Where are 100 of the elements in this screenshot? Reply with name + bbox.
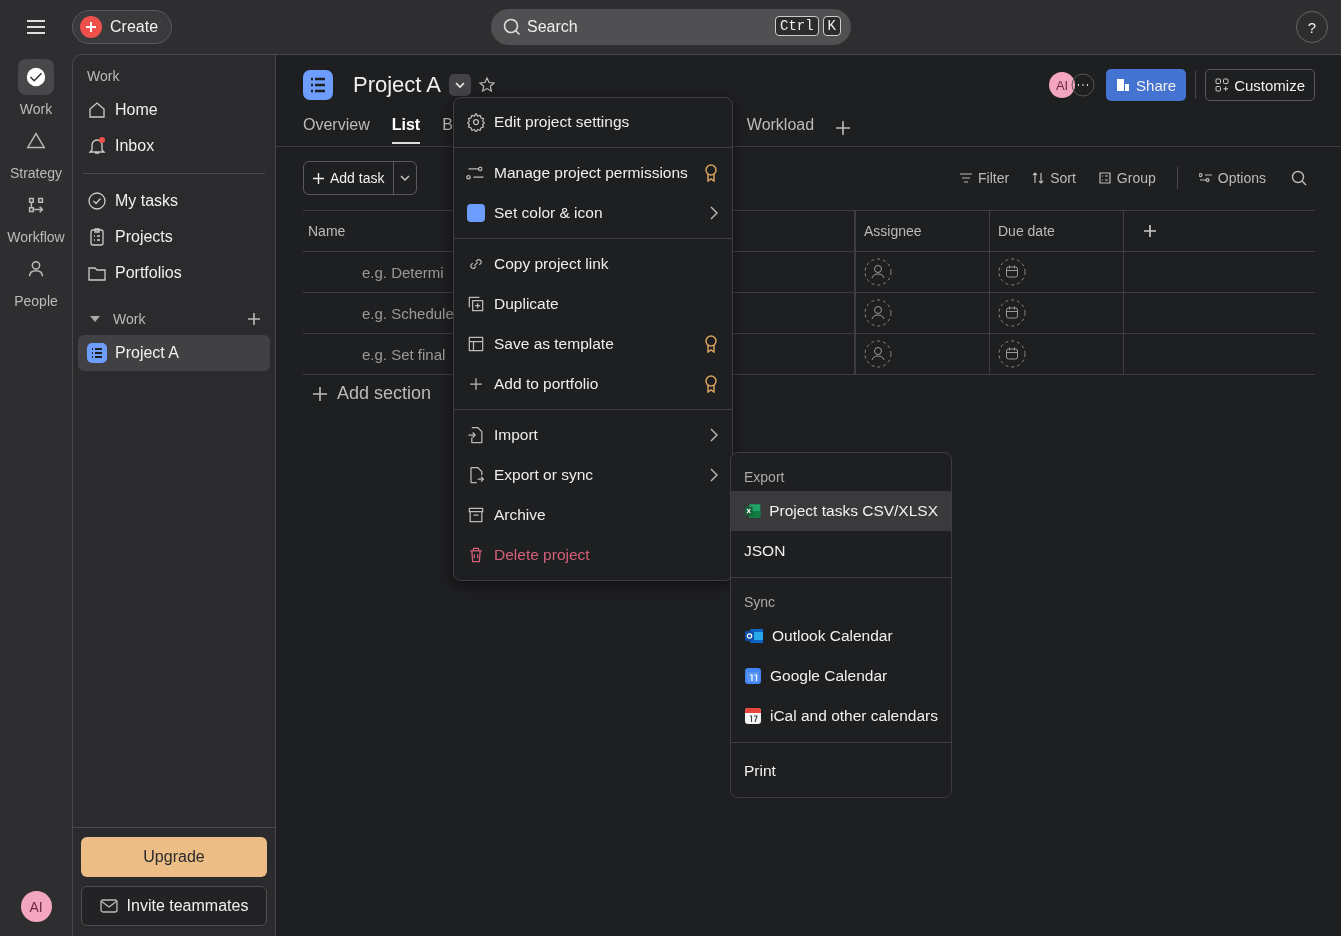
menu-item[interactable]: Duplicate: [454, 284, 732, 324]
sliders-icon: [1198, 171, 1213, 185]
plus-icon: [80, 16, 102, 38]
menu-item[interactable]: Project tasks CSV/XLSX: [731, 491, 951, 531]
mail-app-icon: [744, 627, 764, 645]
search-icon: [503, 18, 521, 36]
sidebar-item[interactable]: Projects: [78, 219, 270, 255]
invite-button[interactable]: Invite teammates: [81, 886, 267, 926]
column-header[interactable]: Due date: [990, 211, 1124, 251]
more-icon[interactable]: [1071, 73, 1096, 97]
check-icon: [25, 66, 47, 88]
view-tab[interactable]: B: [442, 112, 453, 144]
group-icon: [1097, 171, 1112, 185]
chevron-right-icon: [710, 206, 718, 220]
add-section-button[interactable]: Add section: [313, 383, 432, 404]
menu-item[interactable]: iCal and other calendars: [731, 696, 951, 736]
menu-item[interactable]: Manage project permissions: [454, 153, 732, 193]
menu-item[interactable]: Save as template: [454, 324, 732, 364]
chevron-right-icon: [710, 428, 718, 442]
user-avatar[interactable]: AI: [1049, 72, 1076, 98]
plus-icon[interactable]: [836, 121, 851, 135]
menu-item[interactable]: Print: [731, 751, 951, 791]
calendar-icon[interactable]: [998, 299, 1026, 327]
calendar-icon: [744, 707, 762, 725]
award-icon: [704, 375, 718, 393]
menu-item[interactable]: Google Calendar: [731, 656, 951, 696]
search-icon[interactable]: [1291, 170, 1307, 186]
menu-item[interactable]: Archive: [454, 495, 732, 535]
section-heading: Export: [743, 468, 786, 487]
chevron-icon: [455, 81, 466, 89]
list-icon: [303, 70, 333, 100]
clipboard-icon: [87, 227, 107, 247]
menu-item[interactable]: Edit project settings: [454, 102, 732, 142]
view-tab[interactable]: List: [391, 112, 421, 144]
rail-item[interactable]: People: [7, 251, 65, 309]
menu-item[interactable]: Add to portfolio: [454, 364, 732, 404]
user-avatar[interactable]: AI: [20, 891, 52, 922]
menu-item[interactable]: Outlook Calendar: [731, 616, 951, 656]
dropdown-button[interactable]: [449, 74, 472, 96]
envelope-icon: [99, 899, 118, 913]
sort-icon: [1031, 171, 1046, 185]
archive-icon: [466, 505, 486, 525]
chevron-right-icon: [710, 468, 718, 482]
toolbar-button[interactable]: Filter: [952, 166, 1017, 190]
house-icon: [87, 100, 107, 120]
calendar-icon: [744, 667, 762, 685]
toolbar-button[interactable]: Options: [1191, 166, 1273, 190]
filter-icon: [959, 171, 973, 185]
star-icon[interactable]: [479, 77, 496, 93]
spreadsheet-icon: [744, 502, 762, 520]
view-tab[interactable]: Workload: [746, 112, 815, 144]
customize-button[interactable]: Customize: [1205, 69, 1315, 101]
menu-item[interactable]: Export or sync: [454, 455, 732, 495]
gear-icon: [466, 112, 486, 132]
plus-icon[interactable]: [1144, 225, 1156, 237]
project-title: Project A: [353, 72, 442, 98]
assignee-icon[interactable]: [864, 340, 892, 368]
section-heading: Work: [113, 311, 147, 327]
create-button[interactable]: Create: [72, 10, 173, 44]
sidebar-item[interactable]: My tasks: [78, 183, 270, 219]
plus-icon: [313, 386, 327, 401]
sidebar-item[interactable]: Inbox: [78, 128, 270, 164]
assignee-icon[interactable]: [864, 258, 892, 286]
toolbar-button[interactable]: Sort: [1024, 166, 1083, 190]
grid-icon: [1215, 78, 1230, 92]
plus-icon: [313, 172, 324, 184]
keyboard-key: Ctrl: [775, 16, 819, 36]
award-icon: [704, 335, 718, 353]
menu-item[interactable]: Import: [454, 415, 732, 455]
calendar-icon[interactable]: [998, 340, 1026, 368]
list-icon: [87, 343, 107, 363]
toolbar-button[interactable]: Group: [1090, 166, 1163, 190]
plus-icon[interactable]: [247, 312, 261, 326]
template-icon: [466, 334, 486, 354]
task-name-placeholder[interactable]: e.g. Schedule: [362, 304, 454, 322]
check-circle-icon: [87, 191, 107, 211]
menu-item[interactable]: JSON: [731, 531, 951, 571]
share-button[interactable]: Share: [1106, 69, 1187, 101]
view-tab[interactable]: Overview: [303, 112, 370, 144]
section-heading: Work: [86, 67, 121, 86]
upgrade-button[interactable]: Upgrade: [81, 837, 267, 877]
chevron-icon: [400, 174, 411, 182]
assignee-icon[interactable]: [864, 299, 892, 327]
project-item[interactable]: Project A: [78, 335, 270, 371]
task-name-placeholder[interactable]: e.g. Set final: [362, 345, 446, 363]
section-heading: Sync: [743, 593, 777, 612]
rail-item[interactable]: Workflow: [7, 187, 65, 245]
task-name-placeholder[interactable]: e.g. Determi: [362, 263, 444, 281]
sidebar-item[interactable]: Portfolios: [78, 255, 270, 291]
sidebar-item[interactable]: Home: [78, 92, 270, 128]
rail-item[interactable]: Strategy: [7, 123, 65, 181]
rail-item[interactable]: Work: [7, 59, 65, 117]
menu-item[interactable]: Delete project: [454, 535, 732, 575]
column-header[interactable]: Assignee: [856, 211, 990, 251]
menu-item[interactable]: Set color & icon: [454, 193, 732, 233]
award-icon: [704, 164, 718, 182]
calendar-icon[interactable]: [998, 258, 1026, 286]
column-header[interactable]: Name: [303, 211, 453, 251]
menu-icon[interactable]: [26, 19, 46, 35]
menu-item[interactable]: Copy project link: [454, 244, 732, 284]
